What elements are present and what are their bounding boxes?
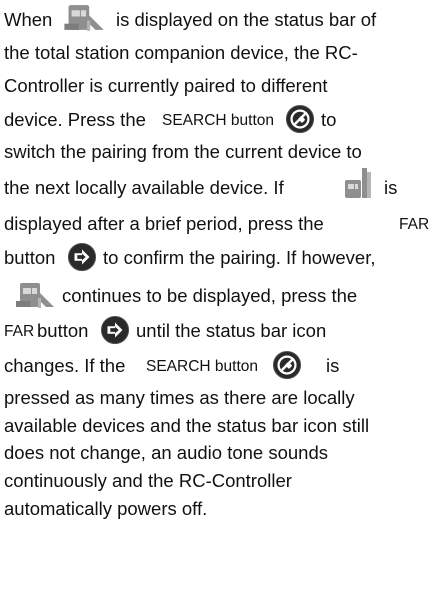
far-button-icon bbox=[67, 242, 97, 272]
search-button-icon bbox=[285, 104, 315, 134]
line-2: the total station companion device, the … bbox=[4, 42, 358, 63]
search-button-label: SEARCH button bbox=[146, 358, 258, 375]
far-label: FAR bbox=[4, 323, 35, 340]
line-6-start: the next locally available device. If bbox=[4, 177, 284, 198]
manual-page: When is displayed on the status bar of t… bbox=[0, 0, 441, 589]
line-4-end: to bbox=[321, 109, 337, 130]
line-10-end: until the status bar icon bbox=[136, 320, 327, 341]
search-button-label: SEARCH button bbox=[162, 112, 274, 129]
line-14: does not change, an audio tone sounds bbox=[4, 442, 329, 463]
far-button-icon bbox=[100, 315, 130, 345]
unpaired-status-icon bbox=[60, 2, 106, 33]
far-label: FAR bbox=[399, 216, 430, 233]
line-12: pressed as many times as there are local… bbox=[4, 387, 355, 408]
line-1-end: is displayed on the status bar of bbox=[116, 9, 377, 30]
line-1-start: When bbox=[4, 9, 53, 30]
line-15: continuously and the RC-Controller bbox=[4, 470, 292, 491]
line-3: Controller is currently paired to differ… bbox=[4, 75, 328, 96]
unpaired-status-icon bbox=[12, 280, 56, 310]
line-8-end: to confirm the pairing. If however, bbox=[103, 247, 376, 268]
line-16: automatically powers off. bbox=[4, 498, 208, 519]
line-11-end: is bbox=[326, 355, 340, 376]
line-13: available devices and the status bar ico… bbox=[4, 415, 370, 436]
line-5: switch the pairing from the current devi… bbox=[4, 141, 362, 162]
line-9: continues to be displayed, press the bbox=[62, 285, 358, 306]
line-11-start: changes. If the bbox=[4, 355, 126, 376]
line-7-start: displayed after a brief period, press th… bbox=[4, 213, 324, 234]
line-4-start: device. Press the bbox=[4, 109, 146, 130]
paired-status-icon bbox=[343, 166, 375, 200]
line-6-end: is bbox=[384, 177, 398, 198]
search-button-icon bbox=[272, 350, 302, 380]
line-10-button: button bbox=[37, 320, 89, 341]
line-8-start: button bbox=[4, 247, 56, 268]
